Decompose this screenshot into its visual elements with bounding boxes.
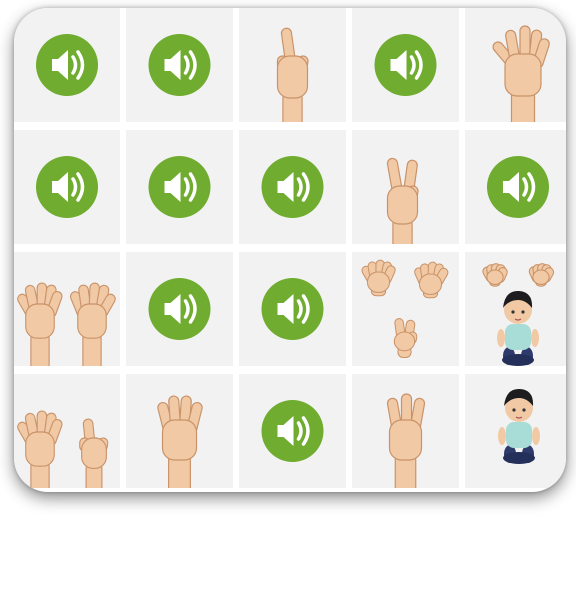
tile-r4-c1[interactable] — [14, 374, 120, 488]
tile-r1-c3[interactable] — [239, 8, 346, 122]
speaker-icon — [374, 34, 437, 96]
child-figure-icon — [498, 388, 540, 464]
tile-r4-c4[interactable] — [352, 374, 459, 488]
memory-board — [14, 8, 566, 492]
speaker-icon — [36, 34, 98, 96]
four-finger-hand-icon — [157, 395, 203, 488]
tile-r1-c4[interactable] — [352, 8, 459, 122]
twelve-fingers-hands-icon — [361, 259, 449, 359]
tile-r2-c1[interactable] — [14, 130, 120, 244]
speaker-icon — [261, 278, 324, 340]
tile-r3-c1[interactable] — [14, 252, 120, 366]
tile-r4-c5[interactable] — [465, 374, 566, 488]
speaker-icon — [261, 156, 324, 218]
tile-r4-c3[interactable] — [239, 374, 346, 488]
tile-r3-c4[interactable] — [352, 252, 459, 366]
tile-r2-c4[interactable] — [352, 130, 459, 244]
tile-r3-c3[interactable] — [239, 252, 346, 366]
tile-r3-c5[interactable] — [465, 252, 566, 366]
two-finger-hand-icon — [386, 157, 419, 244]
tile-grid — [14, 8, 566, 488]
tile-r2-c5[interactable] — [465, 130, 566, 244]
speaker-icon — [261, 400, 324, 462]
three-finger-hand-icon — [386, 393, 426, 488]
tile-r2-c3[interactable] — [239, 130, 346, 244]
speaker-icon — [148, 34, 211, 96]
tile-r4-c2[interactable] — [126, 374, 233, 488]
speaker-icon — [36, 156, 98, 218]
speaker-icon — [148, 278, 211, 340]
one-finger-hand-icon — [276, 27, 309, 122]
hands-and-child-icon — [482, 263, 555, 366]
five-and-one-hands-icon — [17, 410, 109, 488]
speaker-icon — [487, 156, 549, 218]
tile-r1-c1[interactable] — [14, 8, 120, 122]
two-open-hands-icon — [17, 282, 116, 366]
five-finger-hand-icon — [492, 25, 550, 122]
tile-r1-c5[interactable] — [465, 8, 566, 122]
speaker-icon — [148, 156, 211, 218]
tile-r3-c2[interactable] — [126, 252, 233, 366]
tile-r1-c2[interactable] — [126, 8, 233, 122]
tile-r2-c2[interactable] — [126, 130, 233, 244]
